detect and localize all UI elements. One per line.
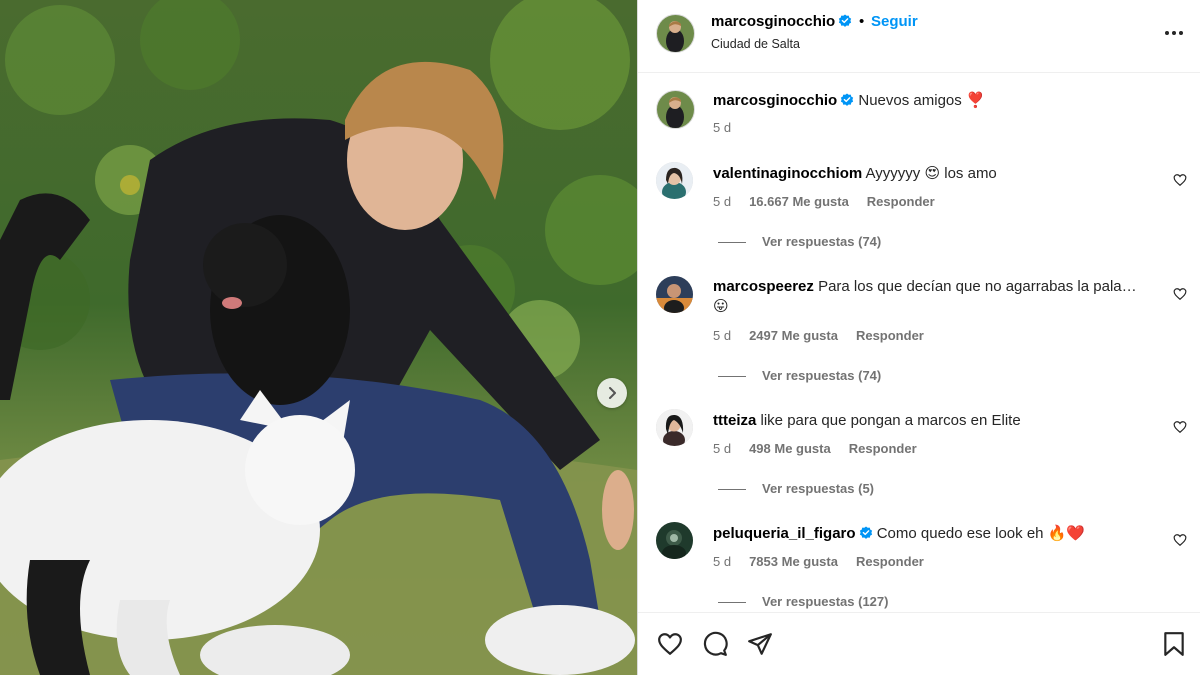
comment-text-row: peluqueria_il_figaro Como quedo ese look… bbox=[713, 524, 1153, 544]
comment-meta: 5 d 2497 Me gusta Responder bbox=[713, 328, 942, 343]
view-replies-button[interactable]: Ver respuestas (127) bbox=[718, 594, 888, 609]
view-replies-label[interactable]: Ver respuestas (5) bbox=[762, 481, 874, 496]
share-icon[interactable] bbox=[747, 631, 773, 657]
post-side-panel: marcosginocchio • Seguir Ciudad de Salta… bbox=[637, 0, 1200, 675]
chevron-right-icon bbox=[609, 387, 616, 399]
bookmark-icon[interactable] bbox=[1161, 631, 1187, 657]
verified-badge-icon bbox=[839, 14, 852, 27]
view-replies-button[interactable]: Ver respuestas (74) bbox=[718, 368, 881, 383]
post-photo[interactable] bbox=[0, 0, 637, 675]
comment-text: Como quedo ese look eh 🔥❤️ bbox=[876, 525, 1086, 542]
comment-username[interactable]: marcospeerez bbox=[713, 278, 814, 295]
avatar-image bbox=[656, 276, 693, 313]
post-action-bar bbox=[638, 612, 1200, 676]
replies-divider bbox=[718, 489, 746, 491]
comment-time[interactable]: 5 d bbox=[713, 328, 731, 343]
comment-likes-count[interactable]: 16.667 Me gusta bbox=[749, 194, 849, 209]
avatar-image bbox=[657, 91, 694, 128]
author-username[interactable]: marcosginocchio bbox=[711, 13, 852, 30]
comment-heart-icon[interactable] bbox=[1173, 420, 1187, 434]
comment-avatar[interactable] bbox=[656, 409, 693, 446]
view-replies-label[interactable]: Ver respuestas (74) bbox=[762, 368, 881, 383]
comment-avatar[interactable] bbox=[656, 162, 693, 199]
comment-icon[interactable] bbox=[702, 631, 728, 657]
avatar-image bbox=[656, 522, 693, 559]
comment-avatar[interactable] bbox=[656, 522, 693, 559]
avatar[interactable] bbox=[656, 14, 695, 53]
avatar-image bbox=[656, 162, 693, 199]
reply-button[interactable]: Responder bbox=[849, 441, 917, 456]
comment-text-emoji: 😛 bbox=[713, 298, 729, 315]
caption-meta: 5 d bbox=[713, 120, 749, 135]
view-replies-label[interactable]: Ver respuestas (127) bbox=[762, 594, 888, 609]
comment-avatar[interactable] bbox=[656, 276, 693, 313]
more-options-icon[interactable] bbox=[1162, 23, 1186, 43]
replies-divider bbox=[718, 602, 746, 604]
comment-time[interactable]: 5 d bbox=[713, 194, 731, 209]
reply-button[interactable]: Responder bbox=[867, 194, 935, 209]
verified-badge-icon bbox=[841, 93, 854, 106]
comment-likes-count[interactable]: 498 Me gusta bbox=[749, 441, 831, 456]
comment-username[interactable]: valentinaginocchiom bbox=[713, 165, 862, 182]
comment-meta: 5 d 7853 Me gusta Responder bbox=[713, 554, 942, 569]
comment-username[interactable]: ttteiza bbox=[713, 412, 756, 429]
caption-emoji: ❣️ bbox=[965, 92, 985, 109]
comment-likes-count[interactable]: 7853 Me gusta bbox=[749, 554, 838, 569]
comment-text-row: marcospeerez Para los que decían que no … bbox=[713, 277, 1153, 317]
reply-button[interactable]: Responder bbox=[856, 328, 924, 343]
replies-divider bbox=[718, 242, 746, 244]
carousel-next-button[interactable] bbox=[597, 378, 627, 408]
avatar-image bbox=[656, 409, 693, 446]
view-replies-label[interactable]: Ver respuestas (74) bbox=[762, 234, 881, 249]
comment-likes-count[interactable]: 2497 Me gusta bbox=[749, 328, 838, 343]
view-replies-button[interactable]: Ver respuestas (74) bbox=[718, 234, 881, 249]
view-replies-button[interactable]: Ver respuestas (5) bbox=[718, 481, 874, 496]
verified-badge-icon bbox=[859, 526, 872, 539]
reply-button[interactable]: Responder bbox=[856, 554, 924, 569]
comment-heart-icon[interactable] bbox=[1173, 533, 1187, 547]
comment-heart-icon[interactable] bbox=[1173, 287, 1187, 301]
avatar-image bbox=[657, 15, 694, 52]
post-location[interactable]: Ciudad de Salta bbox=[711, 37, 800, 51]
comment-text: like para que pongan a marcos en Elite bbox=[760, 412, 1021, 429]
comment-text: Para los que decían que no agarrabas la … bbox=[818, 278, 1137, 295]
caption: marcosginocchio Nuevos amigos ❣️ bbox=[713, 91, 1153, 111]
comment-username[interactable]: peluqueria_il_figaro bbox=[713, 525, 856, 542]
comment-meta: 5 d 498 Me gusta Responder bbox=[713, 441, 935, 456]
caption-time[interactable]: 5 d bbox=[713, 120, 731, 135]
comment-text-row: ttteiza like para que pongan a marcos en… bbox=[713, 411, 1153, 431]
follow-button[interactable]: Seguir bbox=[871, 13, 918, 30]
caption-text: Nuevos amigos bbox=[858, 92, 962, 109]
separator-dot: • bbox=[859, 13, 865, 30]
heart-icon[interactable] bbox=[657, 631, 683, 657]
comment-heart-icon[interactable] bbox=[1173, 173, 1187, 187]
comment-text-row: valentinaginocchiom Ayyyyyy 😍 los amo bbox=[713, 164, 1153, 184]
post-header: marcosginocchio • Seguir Ciudad de Salta bbox=[638, 0, 1200, 73]
comment-time[interactable]: 5 d bbox=[713, 554, 731, 569]
comment-meta: 5 d 16.667 Me gusta Responder bbox=[713, 194, 953, 209]
comment-text: Ayyyyyy 😍 los amo bbox=[865, 165, 997, 182]
caption-username[interactable]: marcosginocchio bbox=[713, 92, 837, 109]
caption-avatar[interactable] bbox=[656, 90, 695, 129]
comment-time[interactable]: 5 d bbox=[713, 441, 731, 456]
post-image bbox=[0, 0, 637, 675]
replies-divider bbox=[718, 376, 746, 378]
